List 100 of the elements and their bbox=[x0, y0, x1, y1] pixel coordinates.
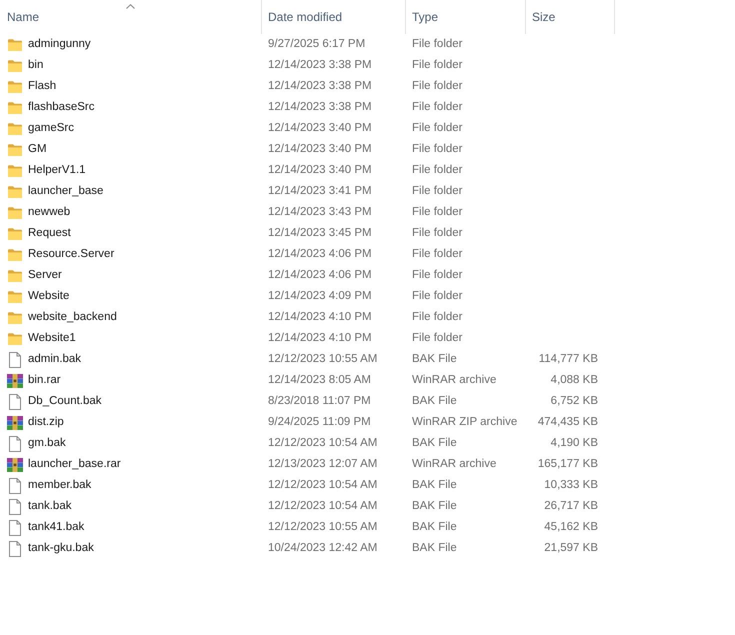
date-modified: 12/13/2023 12:07 AM bbox=[268, 458, 378, 470]
file-icon bbox=[9, 520, 21, 536]
file-name[interactable]: GM bbox=[28, 142, 47, 157]
file-type: File folder bbox=[412, 100, 462, 113]
file-type: File folder bbox=[412, 332, 462, 344]
date-modified: 12/14/2023 3:38 PM bbox=[268, 58, 372, 71]
file-name[interactable]: tank-gku.bak bbox=[28, 541, 94, 556]
folder-icon bbox=[8, 206, 22, 218]
file-name[interactable]: gm.bak bbox=[28, 436, 66, 451]
folder-icon bbox=[8, 248, 22, 260]
file-type: File folder bbox=[412, 248, 462, 260]
file-type: BAK File bbox=[412, 352, 457, 365]
date-modified: 12/14/2023 8:05 AM bbox=[268, 374, 371, 386]
file-type: File folder bbox=[412, 184, 462, 197]
file-type: WinRAR archive bbox=[412, 374, 496, 386]
archive-icon bbox=[7, 458, 23, 472]
file-type: File folder bbox=[412, 58, 462, 71]
file-name[interactable]: Website1 bbox=[28, 331, 76, 346]
folder-icon bbox=[8, 186, 22, 198]
column-header[interactable]: Type bbox=[406, 0, 526, 34]
file-type: WinRAR archive bbox=[412, 458, 496, 470]
file-type: File folder bbox=[412, 268, 462, 281]
date-modified: 12/14/2023 3:40 PM bbox=[268, 142, 372, 155]
folder-icon bbox=[8, 38, 22, 50]
file-type: BAK File bbox=[412, 436, 457, 449]
file-type: File folder bbox=[412, 164, 462, 176]
folder-icon bbox=[8, 102, 22, 114]
column-header[interactable]: Name bbox=[0, 0, 262, 34]
file-name[interactable]: Flash bbox=[28, 79, 56, 94]
file-name[interactable]: flashbaseSrc bbox=[28, 100, 94, 115]
date-modified: 12/14/2023 4:10 PM bbox=[268, 310, 372, 323]
file-name[interactable]: Resource.Server bbox=[28, 247, 114, 262]
file-name[interactable]: tank41.bak bbox=[28, 520, 84, 535]
date-modified: 12/14/2023 3:38 PM bbox=[268, 80, 372, 92]
file-size: 165,177 KB bbox=[538, 458, 598, 470]
date-modified: 9/24/2025 11:09 PM bbox=[268, 416, 371, 428]
file-name[interactable]: Request bbox=[28, 226, 71, 241]
date-modified: 12/12/2023 10:54 AM bbox=[268, 478, 378, 491]
archive-icon bbox=[7, 374, 23, 388]
file-icon bbox=[9, 352, 21, 368]
file-name[interactable]: tank.bak bbox=[28, 499, 72, 514]
file-name[interactable]: bin bbox=[28, 58, 44, 73]
file-name[interactable]: launcher_base bbox=[28, 184, 104, 199]
file-icon bbox=[9, 436, 21, 452]
file-size: 21,597 KB bbox=[544, 542, 598, 554]
file-type: File folder bbox=[412, 38, 462, 50]
file-type: File folder bbox=[412, 122, 462, 134]
date-modified: 12/14/2023 4:09 PM bbox=[268, 290, 372, 302]
date-modified: 9/27/2025 6:17 PM bbox=[268, 38, 366, 50]
file-name[interactable]: HelperV1.1 bbox=[28, 163, 86, 178]
file-type: BAK File bbox=[412, 394, 457, 407]
date-modified: 8/23/2018 11:07 PM bbox=[268, 394, 371, 407]
file-name[interactable]: newweb bbox=[28, 205, 70, 220]
file-size: 474,435 KB bbox=[538, 416, 598, 428]
file-type: BAK File bbox=[412, 500, 457, 512]
file-name[interactable]: launcher_base.rar bbox=[28, 457, 121, 472]
file-name[interactable]: website_backend bbox=[28, 310, 117, 325]
file-name[interactable]: Db_Count.bak bbox=[28, 394, 102, 409]
folder-icon bbox=[8, 312, 22, 324]
file-type: File folder bbox=[412, 142, 462, 155]
date-modified: 12/12/2023 10:55 AM bbox=[268, 520, 378, 533]
date-modified: 12/12/2023 10:55 AM bbox=[268, 352, 378, 365]
date-modified: 10/24/2023 12:42 AM bbox=[268, 542, 378, 554]
file-name[interactable]: member.bak bbox=[28, 478, 92, 493]
file-size: 4,190 KB bbox=[550, 436, 598, 449]
folder-icon bbox=[8, 122, 22, 134]
date-modified: 12/14/2023 3:40 PM bbox=[268, 122, 372, 134]
file-type: File folder bbox=[412, 206, 462, 218]
file-icon bbox=[9, 540, 21, 556]
file-type: BAK File bbox=[412, 478, 457, 491]
file-name[interactable]: bin.rar bbox=[28, 373, 61, 388]
date-modified: 12/14/2023 4:06 PM bbox=[268, 248, 372, 260]
column-header[interactable]: Date modified bbox=[262, 0, 406, 34]
file-icon bbox=[9, 478, 21, 494]
date-modified: 12/14/2023 4:10 PM bbox=[268, 332, 372, 344]
date-modified: 12/14/2023 3:41 PM bbox=[268, 184, 372, 197]
file-icon bbox=[9, 498, 21, 514]
date-modified: 12/14/2023 3:43 PM bbox=[268, 206, 372, 218]
folder-icon bbox=[8, 270, 22, 282]
file-size: 26,717 KB bbox=[544, 500, 598, 512]
folder-icon bbox=[8, 60, 22, 72]
file-name[interactable]: admin.bak bbox=[28, 352, 82, 367]
file-name[interactable]: Server bbox=[28, 268, 62, 283]
file-name[interactable]: dist.zip bbox=[28, 415, 64, 430]
file-type: BAK File bbox=[412, 542, 457, 554]
file-size: 45,162 KB bbox=[544, 520, 598, 533]
folder-icon bbox=[8, 332, 22, 344]
file-type: WinRAR ZIP archive bbox=[412, 416, 518, 428]
date-modified: 12/14/2023 4:06 PM bbox=[268, 268, 372, 281]
file-size: 4,088 KB bbox=[550, 374, 598, 386]
file-type: File folder bbox=[412, 80, 462, 92]
date-modified: 12/14/2023 3:38 PM bbox=[268, 100, 372, 113]
column-header[interactable]: Size bbox=[526, 0, 615, 34]
file-name[interactable]: gameSrc bbox=[28, 121, 74, 136]
file-size: 6,752 KB bbox=[550, 394, 598, 407]
folder-icon bbox=[8, 80, 22, 92]
file-type: File folder bbox=[412, 226, 462, 239]
file-name[interactable]: Website bbox=[28, 289, 70, 304]
file-name[interactable]: admingunny bbox=[28, 37, 91, 52]
file-type: File folder bbox=[412, 290, 462, 302]
